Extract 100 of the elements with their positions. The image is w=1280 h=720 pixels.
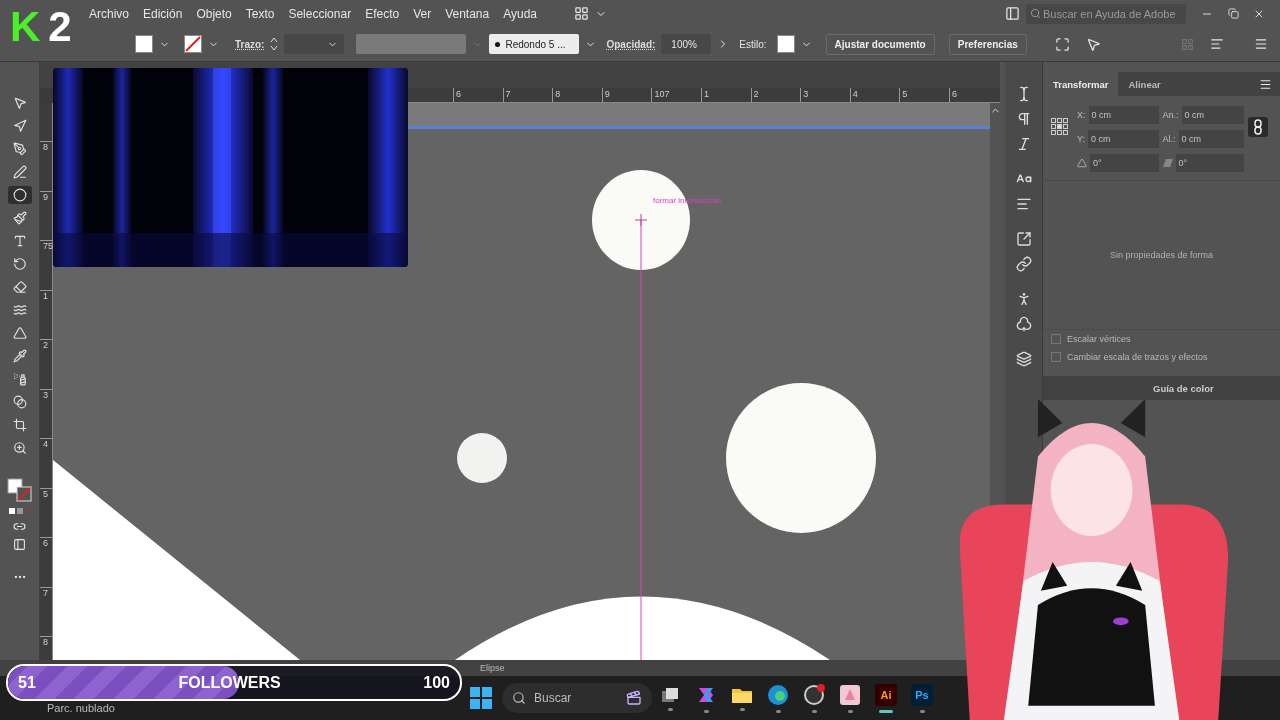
- pen-icon: [12, 142, 27, 156]
- eraser-icon: [12, 280, 27, 294]
- workspace-icon[interactable]: [574, 6, 590, 21]
- panel-tab[interactable]: Transformar: [1043, 72, 1119, 96]
- windows-logo-icon[interactable]: [470, 687, 492, 709]
- empty-message: Sin propiedades de forma: [1109, 250, 1214, 260]
- crop-icon: [12, 418, 27, 432]
- fill-swatch[interactable]: [135, 35, 153, 53]
- logo-letter: K: [10, 2, 41, 52]
- chain-icon[interactable]: [1248, 117, 1268, 137]
- style-swatch[interactable]: [776, 35, 795, 53]
- menu-item[interactable]: Efecto: [358, 6, 407, 21]
- no-stroke-swatch[interactable]: [184, 35, 202, 53]
- blob-shape: [457, 433, 507, 483]
- align-icon[interactable]: [1210, 37, 1224, 51]
- control-button[interactable]: Preferencias: [948, 33, 1027, 55]
- profile-field[interactable]: [356, 34, 467, 54]
- reference-point-icon[interactable]: [1051, 118, 1069, 136]
- ruler-label: 3: [800, 88, 850, 102]
- arrow-icon: [12, 119, 27, 133]
- search-icon: [512, 691, 526, 705]
- logo-number: 2: [48, 2, 72, 52]
- transform-field[interactable]: 0 cm: [1088, 106, 1159, 124]
- opacity-field[interactable]: 100%: [661, 34, 712, 54]
- followers-count: 51: [18, 673, 36, 692]
- menu-item[interactable]: Archivo: [82, 6, 136, 21]
- transform-field[interactable]: 0 cm: [1181, 106, 1244, 124]
- field-label: Al.:: [1162, 134, 1176, 144]
- fill-stroke-icon[interactable]: [6, 478, 33, 502]
- search-field[interactable]: Buscar en Ayuda de Adobe: [1026, 3, 1186, 24]
- ruler-label: 107: [651, 88, 701, 102]
- ellipse-icon: [12, 188, 27, 202]
- pointer-icon[interactable]: [1085, 36, 1101, 52]
- menu-item[interactable]: Edición: [136, 6, 190, 21]
- menu-item[interactable]: Ventana: [438, 6, 497, 21]
- paragraph-style-icon[interactable]: [1015, 196, 1032, 212]
- field-label: Y:: [1077, 134, 1085, 144]
- weather-text: Parc. nublado: [46, 702, 116, 716]
- ruler-label: 4: [849, 88, 900, 102]
- ruler-label: 9: [601, 88, 652, 102]
- layers-icon[interactable]: [1015, 351, 1032, 367]
- status-text: Elipse: [480, 663, 505, 673]
- angle-field[interactable]: 0°: [1175, 154, 1244, 172]
- brush-icon: [12, 211, 27, 225]
- windows-icon[interactable]: [660, 685, 680, 704]
- restore-icon[interactable]: [1227, 8, 1239, 19]
- blend-icon: [12, 395, 27, 409]
- brush-dropdown[interactable]: Redondo 5 ...: [489, 34, 580, 54]
- swatch-row-icon[interactable]: [7, 507, 32, 515]
- menu-item[interactable]: Texto: [238, 6, 282, 21]
- spray-can-icon: [12, 372, 27, 386]
- menu-item[interactable]: Objeto: [189, 6, 239, 21]
- menu-item[interactable]: Seleccionar: [281, 6, 359, 21]
- ruler-label: 5: [899, 88, 949, 102]
- app-icon[interactable]: Ps: [911, 683, 933, 706]
- stroke-weight-field[interactable]: [284, 34, 345, 54]
- menu-item[interactable]: Ver: [406, 6, 439, 21]
- option-label: Escalar vértices: [1067, 334, 1131, 344]
- stroke-label: Trazo:: [235, 38, 265, 50]
- menu-icon[interactable]: [1254, 37, 1268, 51]
- ruler-label: 2: [750, 88, 801, 102]
- ruler-label: 6: [948, 88, 999, 102]
- ruler-label: 1: [700, 88, 751, 102]
- checkbox[interactable]: [1051, 334, 1061, 344]
- transform-field[interactable]: 0 cm: [1178, 130, 1244, 148]
- search-icon: [1030, 8, 1041, 19]
- pen-line-icon: [12, 165, 27, 179]
- control-button[interactable]: Ajustar documento: [825, 33, 935, 55]
- ruler-label: 8: [552, 88, 602, 102]
- field-label: X:: [1077, 110, 1086, 120]
- tool-button[interactable]: [7, 186, 32, 204]
- taskbar-search[interactable]: Buscar: [502, 683, 652, 713]
- clapperboard-icon[interactable]: [626, 690, 642, 706]
- panel-menu-icon[interactable]: [1259, 77, 1272, 91]
- browser-icon[interactable]: [767, 683, 789, 706]
- screen-mode-icon[interactable]: [13, 538, 26, 551]
- panel-icon[interactable]: [1005, 6, 1020, 21]
- style-label: Estilo:: [738, 38, 768, 50]
- rotate-icon: [12, 257, 27, 271]
- app-icon[interactable]: Ai: [875, 683, 897, 706]
- checkbox[interactable]: [1051, 352, 1061, 362]
- triangle-icon: [12, 326, 27, 340]
- club-icon[interactable]: [1015, 316, 1032, 332]
- link-icon[interactable]: [1015, 256, 1032, 272]
- crosshair-icon: [634, 213, 648, 227]
- field-label: An.:: [1162, 110, 1179, 120]
- transform-field[interactable]: 0 cm: [1088, 130, 1159, 148]
- type-icon: [12, 234, 27, 248]
- option-label: Cambiar escala de trazos y efectos: [1067, 352, 1208, 362]
- app-icon[interactable]: [839, 683, 861, 706]
- ruler-label: 6: [453, 88, 503, 102]
- panel-tab[interactable]: Alinear: [1118, 72, 1171, 96]
- export-icon[interactable]: [1015, 231, 1032, 247]
- panel-tab[interactable]: Guía de color: [1153, 382, 1214, 394]
- ruler-label: 7: [502, 88, 553, 102]
- angle-field[interactable]: 0°: [1090, 154, 1159, 172]
- menu-item[interactable]: Ayuda: [496, 6, 545, 21]
- link-icon[interactable]: [13, 520, 26, 533]
- spinner-icon[interactable]: [270, 36, 279, 52]
- fit-icon[interactable]: [1054, 36, 1070, 52]
